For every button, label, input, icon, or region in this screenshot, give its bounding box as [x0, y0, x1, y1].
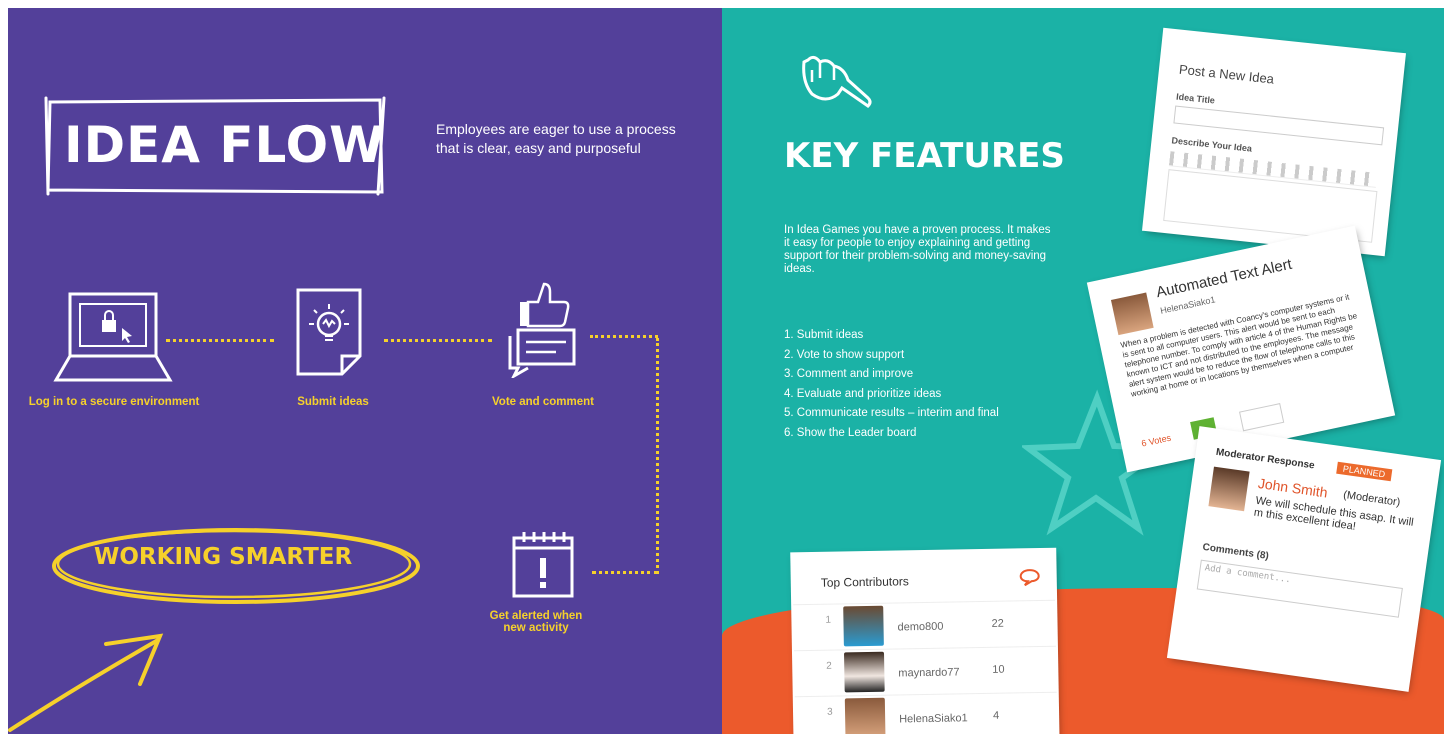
moderator-role: (Moderator): [1342, 488, 1402, 509]
features-list: 1. Submit ideas 2. Vote to show support …: [784, 326, 999, 443]
contributor-row[interactable]: 2 maynardo77 10: [793, 645, 1057, 696]
key-features-intro: In Idea Games you have a proven process.…: [784, 224, 1051, 275]
comments-label: Comments (8): [1201, 541, 1270, 563]
step-login-label: Log in to a secure environment: [28, 396, 200, 408]
key-features-page: KEY FEATURES In Idea Games you have a pr…: [722, 8, 1444, 734]
arrow-icon: [8, 633, 164, 732]
comment-input[interactable]: Add a comment...: [1196, 559, 1403, 618]
feature-item: 6. Show the Leader board: [784, 426, 917, 439]
avatar: [1208, 466, 1250, 512]
post-idea-card: Post a New Idea Idea Title Describe Your…: [1144, 30, 1404, 254]
feature-item: 5. Communicate results – interim and fin…: [784, 407, 999, 419]
connector: [384, 339, 492, 342]
feature-item: 2. Vote to show support: [784, 348, 905, 361]
laptop-lock-icon: [53, 292, 173, 382]
comment-bubble-icon[interactable]: [1019, 568, 1041, 587]
calendar-alert-icon: [512, 532, 574, 598]
avatar: [844, 697, 886, 734]
votes-count: 6 Votes: [1140, 432, 1172, 449]
step-submit-label: Submit ideas: [297, 396, 369, 408]
alert-title: Automated Text Alert: [1154, 255, 1294, 302]
feature-item: 3. Comment and improve: [784, 368, 914, 380]
contributor-count: 4: [993, 709, 1000, 722]
pointing-hand-icon: [802, 55, 872, 108]
contributor-name: demo800: [897, 620, 944, 634]
key-features-title: KEY FEATURES: [784, 136, 1065, 176]
moderator-response-card: Moderator Response PLANNED John Smith (M…: [1169, 428, 1439, 690]
idea-title-label: Idea Title: [1175, 91, 1216, 106]
status-badge: PLANNED: [1336, 461, 1392, 482]
feature-item: 1. Submit ideas: [784, 329, 864, 341]
avatar: [843, 651, 885, 693]
connector: [656, 338, 659, 574]
post-idea-title: Post a New Idea: [1178, 61, 1275, 87]
contributor-rank: 1: [825, 614, 832, 626]
idea-flow-tagline: Employees are eager to use a process tha…: [436, 121, 676, 156]
moderator-header: Moderator Response: [1215, 446, 1316, 472]
contributor-row[interactable]: 1 demo800 22: [793, 599, 1056, 650]
avatar: [843, 605, 884, 647]
contributor-count: 10: [992, 663, 1005, 676]
contributor-name: HelenaSiako1: [899, 712, 968, 726]
idea-flow-title: IDEA FLOW: [64, 116, 386, 174]
top-contributors-card: Top Contributors 1 demo800 22 2 maynardo…: [792, 549, 1058, 734]
connector: [590, 335, 658, 338]
thumbs-up-comment-icon: [508, 282, 576, 378]
contributor-rank: 2: [826, 660, 832, 672]
contributor-row[interactable]: 3 HelenaSiako1 4: [794, 691, 1058, 734]
contributor-rank: 3: [826, 706, 833, 718]
avatar: [1110, 292, 1154, 336]
connector: [592, 571, 658, 574]
step-vote-label: Vote and comment: [491, 396, 595, 408]
contributor-count: 22: [991, 617, 1004, 630]
connector: [166, 339, 274, 342]
idea-document-icon: [296, 288, 362, 376]
working-smarter-slogan: WORKING SMARTER: [94, 544, 353, 570]
idea-flow-page: IDEA FLOW Employees are eager to use a p…: [8, 8, 722, 734]
contributor-name: maynardo77: [898, 666, 960, 680]
feature-item: 4. Evaluate and prioritize ideas: [784, 387, 942, 400]
top-contributors-title: Top Contributors: [820, 574, 909, 590]
describe-idea-label: Describe Your Idea: [1171, 135, 1253, 154]
alert-body: When a problem is detected with Coancy's…: [1119, 292, 1358, 399]
step-alert-label: Get alerted when new activity: [489, 610, 583, 634]
comment-button[interactable]: [1239, 403, 1285, 432]
